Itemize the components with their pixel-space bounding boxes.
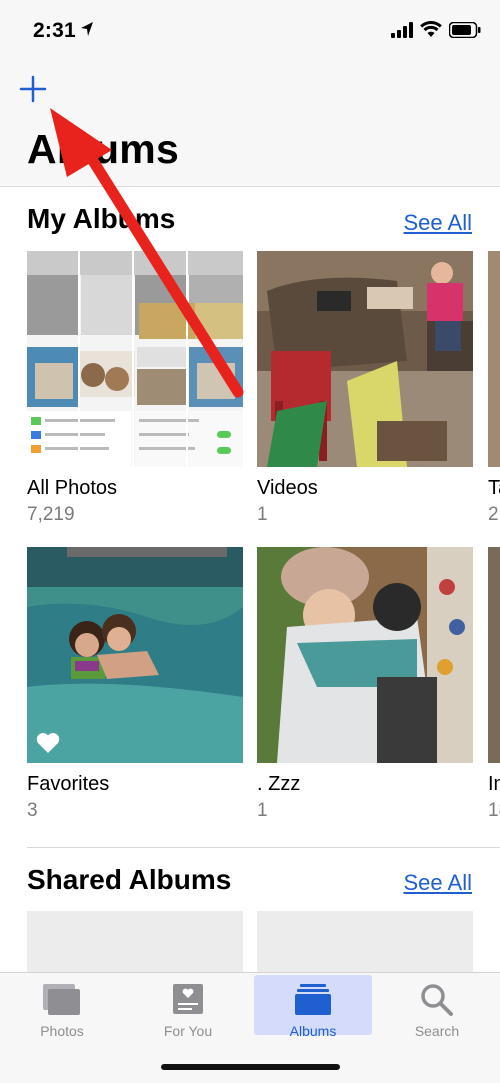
album-name: . Zzz	[257, 773, 301, 795]
album-name: Favorites	[27, 773, 110, 795]
shared-album-card[interactable]	[27, 911, 243, 976]
album-thumbnail[interactable]	[488, 251, 500, 467]
for-you-icon	[173, 984, 203, 1014]
album-name: Videos	[257, 477, 318, 499]
album-count: 1	[257, 800, 268, 821]
album-count: 3	[27, 800, 38, 821]
location-arrow-icon	[81, 22, 93, 36]
album-name: Ta	[488, 477, 500, 499]
album-count: 2	[488, 504, 499, 525]
album-partial-row1[interactable]: Ta 2	[488, 251, 500, 541]
wifi-icon	[420, 21, 442, 37]
page-title: Albums	[27, 126, 180, 172]
my-albums-see-all-link[interactable]: See All	[404, 210, 473, 236]
navigation-header: Albums	[0, 60, 500, 187]
album-thumbnail[interactable]	[488, 547, 500, 763]
battery-icon	[449, 22, 481, 38]
add-album-plus-icon[interactable]	[18, 74, 48, 104]
album-count: 18	[488, 800, 500, 821]
album-videos[interactable]: Videos 1	[257, 251, 473, 525]
section-divider	[27, 847, 500, 848]
album-zzz[interactable]: . Zzz 1	[257, 547, 473, 821]
tab-label: Photos	[40, 1023, 84, 1039]
shared-albums-see-all-link[interactable]: See All	[404, 870, 473, 896]
my-albums-title: My Albums	[27, 203, 176, 234]
tab-label: Albums	[289, 1023, 337, 1039]
search-icon	[421, 984, 453, 1016]
status-bar: 2:31	[0, 0, 500, 60]
album-favorites[interactable]: Favorites 3	[27, 547, 243, 821]
album-thumbnail[interactable]	[257, 251, 473, 467]
album-thumbnail[interactable]	[27, 547, 243, 763]
tab-photos[interactable]: Photos	[3, 975, 121, 1039]
status-time: 2:31	[33, 19, 76, 42]
home-indicator	[161, 1064, 340, 1070]
shared-albums-title: Shared Albums	[27, 864, 232, 895]
tab-search[interactable]: Search	[378, 975, 496, 1039]
album-thumbnail[interactable]	[257, 547, 473, 763]
tab-albums[interactable]: Albums	[254, 975, 372, 1039]
album-partial-row2[interactable]: In 18	[488, 547, 500, 837]
album-count: 7,219	[27, 504, 75, 525]
tab-label: For You	[163, 1023, 213, 1039]
album-thumbnail[interactable]	[27, 251, 243, 467]
cellular-signal-icon	[391, 22, 413, 38]
album-name: In	[488, 773, 500, 795]
photos-icon	[43, 984, 80, 1015]
shared-album-card[interactable]	[257, 911, 473, 976]
tab-for-you[interactable]: For You	[129, 975, 247, 1039]
album-count: 1	[257, 504, 268, 525]
album-all-photos[interactable]: All Photos 7,219	[27, 251, 243, 525]
album-name: All Photos	[27, 477, 118, 499]
tab-label: Search	[414, 1023, 460, 1039]
albums-icon	[295, 984, 331, 1015]
favorite-heart-icon	[36, 733, 60, 753]
